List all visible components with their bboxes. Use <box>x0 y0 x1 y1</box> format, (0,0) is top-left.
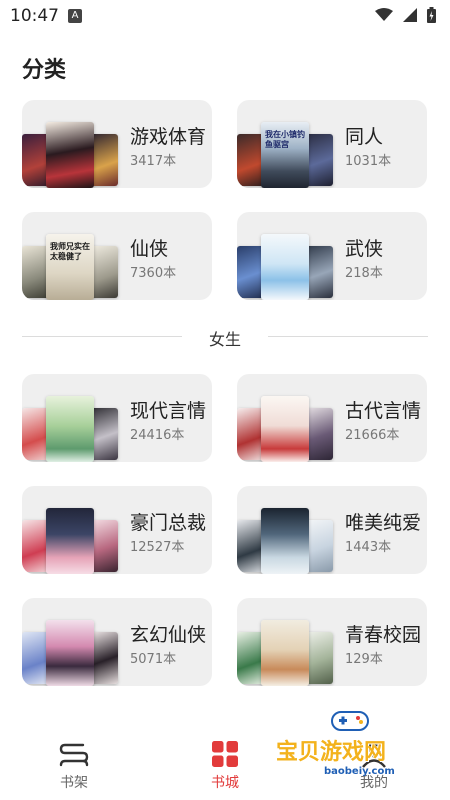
category-count: 1031本 <box>345 154 392 169</box>
signal-icon <box>403 8 417 22</box>
category-name: 青春校园 <box>345 624 422 646</box>
category-count: 218本 <box>345 266 383 281</box>
category-name: 游戏体育 <box>130 126 207 148</box>
book-cover <box>261 620 309 686</box>
section-divider-female: 女生 <box>22 324 428 349</box>
category-card-ceo-romance[interactable]: 豪门总裁 12527本 <box>22 486 212 574</box>
bookshelf-icon <box>59 743 89 767</box>
category-count: 7360本 <box>130 266 177 281</box>
book-cover: 我师兄实在太稳健了 <box>46 234 94 300</box>
watermark-text: 宝贝游戏网 <box>276 740 387 765</box>
book-cover <box>46 396 94 462</box>
book-cover <box>46 508 94 574</box>
cover-title: 我师兄实在太稳健了 <box>50 242 90 261</box>
status-icons <box>375 7 436 23</box>
category-card-fantasy-xianxia[interactable]: 玄幻仙侠 5071本 <box>22 598 212 686</box>
gamepad-icon <box>331 711 369 731</box>
cover-stack: 我师兄实在太稳健了 <box>22 212 122 300</box>
watermark-logo: 宝贝游戏网 baobeiy.com <box>270 706 430 790</box>
category-count: 24416本 <box>130 428 185 443</box>
category-name: 唯美纯爱 <box>345 512 422 534</box>
category-count: 21666本 <box>345 428 400 443</box>
category-card-xianxia[interactable]: 我师兄实在太稳健了 仙侠 7360本 <box>22 212 212 300</box>
category-count: 1443本 <box>345 540 392 555</box>
book-cover <box>46 620 94 686</box>
cover-stack <box>237 486 337 574</box>
cover-stack <box>237 212 337 300</box>
divider-label: 女生 <box>208 330 241 349</box>
cover-stack <box>22 374 122 462</box>
category-card-wuxia[interactable]: 武侠 218本 <box>237 212 427 300</box>
category-name: 现代言情 <box>130 400 207 422</box>
notification-icon: A <box>68 9 82 23</box>
category-card-youth-campus[interactable]: 青春校园 129本 <box>237 598 427 686</box>
category-count: 5071本 <box>130 652 177 667</box>
category-card-pure-love[interactable]: 唯美纯爱 1443本 <box>237 486 427 574</box>
book-cover <box>261 396 309 462</box>
category-card-modern-romance[interactable]: 现代言情 24416本 <box>22 374 212 462</box>
cover-title: 我在小镇钓鱼驱宫 <box>265 130 305 149</box>
cover-stack <box>22 486 122 574</box>
cover-stack: 我在小镇钓鱼驱宫 <box>237 100 337 188</box>
battery-icon <box>427 7 436 23</box>
category-name: 豪门总裁 <box>130 512 207 534</box>
nav-tab-bookstore[interactable]: 书城 <box>185 738 265 798</box>
section-title-category: 分类 <box>22 58 67 83</box>
nav-label: 书城 <box>211 775 239 791</box>
category-name: 古代言情 <box>345 400 422 422</box>
category-card-ancient-romance[interactable]: 古代言情 21666本 <box>237 374 427 462</box>
status-bar: 10:47 A <box>0 0 450 32</box>
category-count: 3417本 <box>130 154 177 169</box>
watermark-url: baobeiy.com <box>324 766 395 777</box>
category-name: 武侠 <box>345 238 384 260</box>
category-name: 玄幻仙侠 <box>130 624 207 646</box>
book-cover: 我在小镇钓鱼驱宫 <box>261 122 309 188</box>
cover-stack <box>22 598 122 686</box>
book-cover <box>261 508 309 574</box>
book-cover <box>261 234 309 300</box>
cover-stack <box>237 374 337 462</box>
cover-stack <box>237 598 337 686</box>
category-name: 同人 <box>345 126 384 148</box>
category-card-fan-fiction[interactable]: 我在小镇钓鱼驱宫 同人 1031本 <box>237 100 427 188</box>
divider-line <box>268 336 428 337</box>
cover-stack <box>22 100 122 188</box>
nav-tab-bookshelf[interactable]: 书架 <box>34 738 114 798</box>
category-card-games-sports[interactable]: 游戏体育 3417本 <box>22 100 212 188</box>
category-count: 12527本 <box>130 540 185 555</box>
wifi-icon <box>375 8 393 21</box>
status-time: 10:47 <box>10 6 59 26</box>
category-count: 129本 <box>345 652 383 667</box>
book-cover <box>46 122 94 188</box>
nav-label: 书架 <box>60 775 88 791</box>
bookstore-grid-icon <box>212 741 238 767</box>
category-name: 仙侠 <box>130 238 169 260</box>
